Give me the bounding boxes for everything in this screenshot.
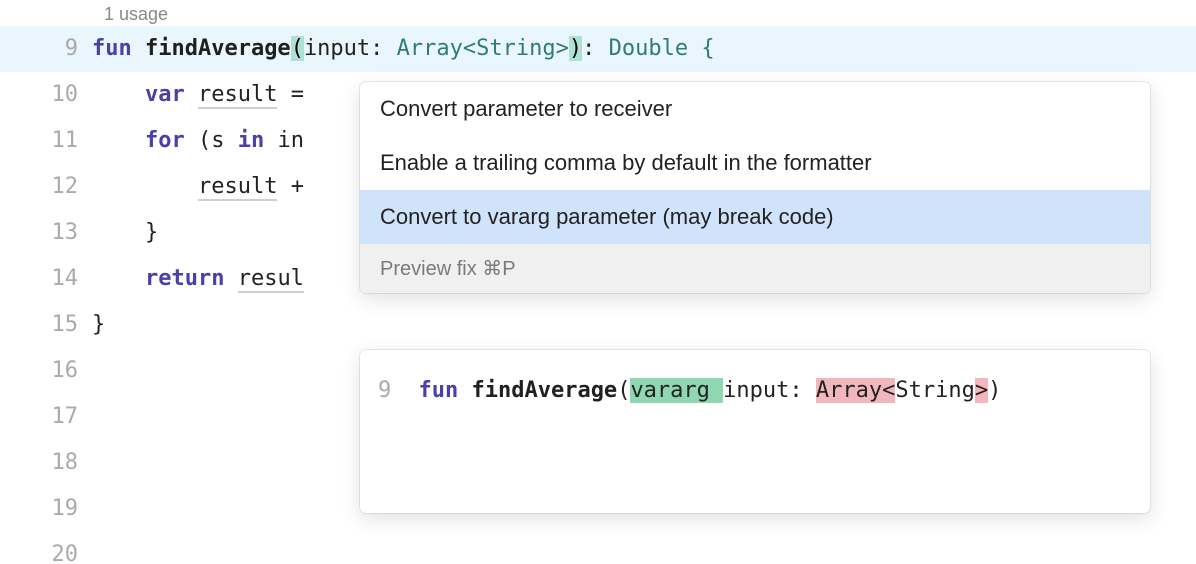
paren-close: )	[569, 36, 582, 61]
paren-open: (	[617, 378, 630, 403]
keyword-fun: fun	[419, 378, 472, 403]
code-line[interactable]: 20	[0, 532, 1196, 564]
param-name: input:	[304, 36, 397, 61]
intention-item-convert-vararg[interactable]: Convert to vararg parameter (may break c…	[360, 190, 1150, 244]
intention-item-trailing-comma[interactable]: Enable a trailing comma by default in th…	[360, 136, 1150, 190]
line-number: 15	[0, 312, 92, 337]
diff-added: vararg	[630, 378, 723, 403]
op-plus: +	[277, 174, 304, 199]
intention-item-convert-receiver[interactable]: Convert parameter to receiver	[360, 82, 1150, 136]
intention-popup: Convert parameter to receiver Enable a t…	[360, 82, 1150, 293]
line-number: 20	[0, 542, 92, 564]
keyword-fun: fun	[92, 36, 145, 61]
paren-open: (	[291, 36, 304, 61]
paren-close: )	[988, 378, 1001, 403]
code-line[interactable]: 15 }	[0, 302, 1196, 348]
code-content: result +	[92, 174, 304, 199]
intention-footer: Preview fix ⌘P	[360, 244, 1150, 293]
line-number: 19	[0, 496, 92, 521]
usage-hint[interactable]: 1 usage	[0, 0, 1196, 26]
keyword-return: return	[145, 266, 238, 291]
colon: :	[582, 36, 609, 61]
code-line[interactable]: 9 fun findAverage(input: Array<String>):…	[0, 26, 1196, 72]
code-content: var result =	[92, 82, 304, 107]
line-number: 14	[0, 266, 92, 291]
code-content: fun findAverage(input: Array<String>): D…	[92, 36, 715, 61]
ident-findaverage: findAverage	[471, 378, 617, 403]
preview-line-number: 9	[378, 378, 391, 403]
line-number: 11	[0, 128, 92, 153]
ident-result: result	[198, 174, 277, 201]
ident-resul: resul	[238, 266, 304, 293]
line-number: 16	[0, 358, 92, 383]
keyword-for: for	[145, 128, 198, 153]
line-number: 12	[0, 174, 92, 199]
diff-removed: >	[975, 378, 988, 403]
ident-result: result	[198, 82, 277, 109]
for-paren: (s	[198, 128, 238, 153]
op-eq: =	[277, 82, 304, 107]
diff-removed: Array<	[816, 378, 895, 403]
line-number: 10	[0, 82, 92, 107]
type-array: Array<	[397, 36, 476, 61]
keyword-var: var	[145, 82, 198, 107]
type-string: String	[476, 36, 555, 61]
ident-in: in	[277, 128, 304, 153]
code-content: }	[92, 312, 105, 337]
fn-brace-close: }	[92, 312, 105, 337]
type-string: String	[895, 378, 974, 403]
line-number: 18	[0, 450, 92, 475]
line-number: 13	[0, 220, 92, 245]
code-content: return resul	[92, 266, 304, 291]
code-editor[interactable]: 1 usage 9 fun findAverage(input: Array<S…	[0, 0, 1196, 564]
ident-findaverage: findAverage	[145, 36, 291, 61]
line-number: 9	[0, 36, 92, 61]
keyword-in: in	[238, 128, 278, 153]
code-content: for (s in in	[92, 128, 304, 153]
type-gt: >	[556, 36, 569, 61]
code-content: }	[92, 220, 158, 245]
brace-close: }	[145, 220, 158, 245]
preview-popup: 9 fun findAverage(vararg input: Array<St…	[360, 350, 1150, 513]
param-name: input:	[723, 378, 816, 403]
return-type: Double {	[609, 36, 715, 61]
line-number: 17	[0, 404, 92, 429]
